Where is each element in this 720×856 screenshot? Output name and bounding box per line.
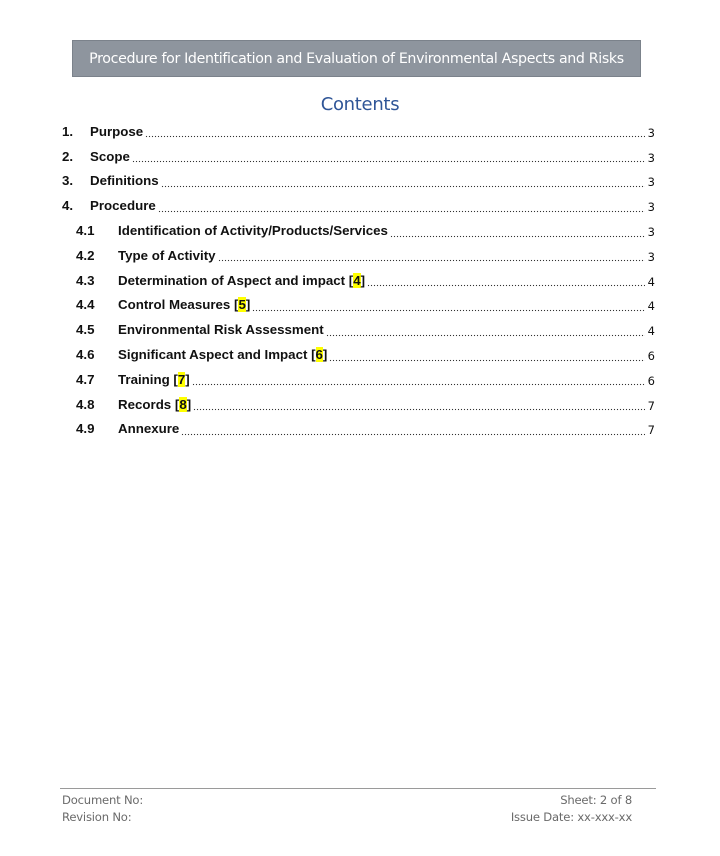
toc-entry-label[interactable]: Significant Aspect and Impact [6] xyxy=(118,347,329,363)
toc-entry[interactable]: 4. Procedure 3 xyxy=(62,193,655,218)
toc-entry-page-number: 6 xyxy=(647,373,655,388)
issue-date: Issue Date: xx-xxx-xx xyxy=(510,809,632,824)
toc-entry-page-number: 3 xyxy=(647,175,655,190)
toc-entry-label[interactable]: Definitions xyxy=(90,173,161,188)
toc-entry-title: Identification of Activity/Products/Serv… xyxy=(118,223,388,239)
toc-entry-reference-highlight: 4 xyxy=(353,272,361,288)
toc-entry-number: 4.2 xyxy=(76,247,95,263)
toc-entry[interactable]: 4.3 Determination of Aspect and impact [4… xyxy=(62,268,655,293)
toc-entry[interactable]: 4.4 Control Measures [5] 4 xyxy=(62,293,655,318)
toc-dot-leader xyxy=(252,299,645,314)
toc-entry[interactable]: 4.9 Annexure 7 xyxy=(62,417,655,442)
toc-entry-label[interactable]: Records [8] xyxy=(118,396,193,412)
toc-dot-leader xyxy=(329,349,645,364)
toc-entry-title: Definitions xyxy=(90,173,159,189)
toc-entry-number: 4.5 xyxy=(76,322,95,338)
toc-entry-number: 1. xyxy=(62,123,74,139)
toc-entry-label[interactable]: Training [7] xyxy=(118,371,192,387)
sheet-number: Sheet: 2 of 8 xyxy=(560,792,632,807)
toc-entry-number: 4. xyxy=(62,198,74,214)
toc-entry-number: 3. xyxy=(62,173,74,189)
toc-entry-page-number: 3 xyxy=(647,150,655,165)
toc-entry-label[interactable]: Procedure xyxy=(90,198,158,213)
document-no-label: Document No: xyxy=(62,792,144,807)
toc-entry-page-number: 3 xyxy=(647,125,655,140)
toc-entry-title: Scope xyxy=(90,148,130,164)
toc-entry-reference-highlight: 6 xyxy=(315,347,323,363)
toc-entry[interactable]: 4.6 Significant Aspect and Impact [6] 6 xyxy=(62,342,655,367)
toc-entry-page-number: 3 xyxy=(647,225,655,240)
toc-entry-label[interactable]: Purpose xyxy=(90,124,145,139)
toc-entry-title: Purpose xyxy=(90,123,144,139)
toc-entry-title: Procedure xyxy=(90,198,156,214)
footer-divider xyxy=(60,788,656,789)
toc-entry-label[interactable]: Scope xyxy=(90,149,132,164)
toc-entry-page-number: 7 xyxy=(647,398,655,413)
toc-entry-page-number: 3 xyxy=(647,200,655,215)
toc-entry-reference-highlight: 7 xyxy=(177,371,186,387)
toc-dot-leader xyxy=(193,399,645,414)
toc-heading: Contents xyxy=(320,94,400,115)
toc-entry-title: Annexure xyxy=(118,421,180,437)
toc-entry-number: 2. xyxy=(62,148,74,164)
toc-entry-number: 4.7 xyxy=(76,371,95,387)
revision-no-label: Revision No: xyxy=(62,809,132,824)
toc-dot-leader xyxy=(145,126,645,141)
toc-dot-leader xyxy=(131,151,645,166)
toc-dot-leader xyxy=(181,423,645,438)
toc-entry-title: Significant Aspect and Impact xyxy=(118,347,308,363)
toc-entry-title: Training xyxy=(118,371,170,387)
toc-entry-reference-highlight: 5 xyxy=(238,297,246,313)
document-title: Procedure for Identification and Evaluat… xyxy=(89,50,624,67)
toc-entry-title: Records xyxy=(118,396,172,412)
toc-entry[interactable]: 1. Purpose 3 xyxy=(62,119,655,144)
toc-entry-page-number: 7 xyxy=(647,423,655,438)
table-of-contents: 1. Purpose 3 2. Scope 3 3. Definitions 3 4. Proced… xyxy=(62,119,655,441)
toc-entry-label[interactable]: Identification of Activity/Products/Serv… xyxy=(118,223,390,238)
toc-dot-leader xyxy=(160,175,645,190)
toc-entry-number: 4.4 xyxy=(76,297,95,313)
toc-entry-number: 4.8 xyxy=(76,396,95,412)
toc-entry-number: 4.9 xyxy=(76,421,95,437)
toc-entry-number: 4.1 xyxy=(76,223,95,239)
toc-entry-title: Type of Activity xyxy=(118,247,216,263)
page-footer: Document No: Sheet: 2 of 8 Revision No: … xyxy=(62,791,632,825)
toc-entry[interactable]: 2. Scope 3 xyxy=(62,144,655,169)
toc-dot-leader xyxy=(157,200,645,215)
toc-entry-title: Environmental Risk Assessment xyxy=(118,322,324,338)
toc-entry-title: Determination of Aspect and impact xyxy=(118,272,346,288)
toc-entry-page-number: 4 xyxy=(647,274,655,289)
toc-entry-label[interactable]: Environmental Risk Assessment xyxy=(118,322,326,337)
toc-entry-label[interactable]: Determination of Aspect and impact [4] xyxy=(118,272,367,288)
toc-entry-page-number: 4 xyxy=(647,299,655,314)
toc-entry[interactable]: 4.7 Training [7] 6 xyxy=(62,367,655,392)
document-header-banner: Procedure for Identification and Evaluat… xyxy=(72,40,641,77)
toc-entry-reference-highlight: 8 xyxy=(179,396,187,412)
toc-dot-leader xyxy=(217,250,645,265)
toc-entry-label[interactable]: Control Measures [5] xyxy=(118,297,252,313)
toc-dot-leader xyxy=(191,374,645,389)
toc-entry[interactable]: 4.5 Environmental Risk Assessment 4 xyxy=(62,317,655,342)
toc-entry-number: 4.6 xyxy=(76,347,95,363)
toc-dot-leader xyxy=(367,275,645,290)
toc-dot-leader xyxy=(325,324,645,339)
toc-entry-label[interactable]: Annexure xyxy=(118,421,181,436)
toc-entry-number: 4.3 xyxy=(76,272,95,288)
toc-entry-page-number: 6 xyxy=(647,349,655,364)
toc-dot-leader xyxy=(389,225,645,240)
toc-entry[interactable]: 4.2 Type of Activity 3 xyxy=(62,243,655,268)
toc-entry-page-number: 3 xyxy=(647,249,655,264)
toc-entry[interactable]: 3. Definitions 3 xyxy=(62,169,655,194)
toc-entry-title: Control Measures xyxy=(118,297,231,313)
toc-entry[interactable]: 4.8 Records [8] 7 xyxy=(62,392,655,417)
toc-entry[interactable]: 4.1 Identification of Activity/Products/S… xyxy=(62,218,655,243)
toc-entry-page-number: 4 xyxy=(647,324,655,339)
toc-entry-label[interactable]: Type of Activity xyxy=(118,248,218,263)
